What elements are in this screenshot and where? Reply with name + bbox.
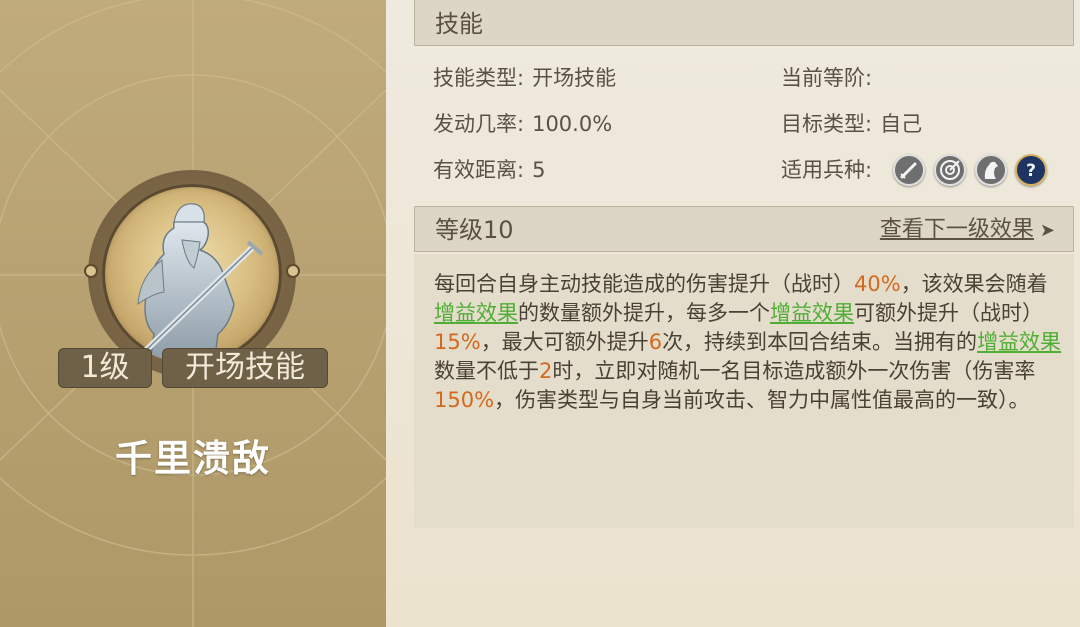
description-text: ，该效果会随着 xyxy=(900,272,1048,296)
skill-name: 千里溃敌 xyxy=(115,437,271,480)
info-skill-type: 技能类型: 开场技能 xyxy=(433,63,616,93)
description-text: 数量不低于 xyxy=(434,359,539,383)
info-label: 当前等阶: xyxy=(781,66,873,90)
info-label: 有效距离: xyxy=(433,158,525,182)
next-level-link-label: 查看下一级效果 xyxy=(879,217,1034,242)
general-portrait xyxy=(102,184,282,364)
skill-level-tag: 1级 xyxy=(58,348,152,388)
unknown-question-icon[interactable]: ? xyxy=(1015,154,1047,186)
info-label: 适用兵种: xyxy=(781,158,873,182)
skill-description-box: 每回合自身主动技能造成的伤害提升（战时）40%，该效果会随着增益效果的数量额外提… xyxy=(414,254,1074,528)
info-value: 100.0% xyxy=(532,112,613,136)
arrow-right-icon: ➤ xyxy=(1039,220,1055,241)
info-value: 5 xyxy=(532,158,546,182)
info-range: 有效距离: 5 xyxy=(433,155,545,185)
info-target-type: 目标类型: 自己 xyxy=(781,109,922,139)
general-figure-icon xyxy=(137,203,264,364)
info-label: 技能类型: xyxy=(433,66,525,90)
frame-ornament xyxy=(286,264,300,278)
highlight-value: 40% xyxy=(854,272,901,296)
skill-section-title: 技能 xyxy=(435,10,483,38)
info-current-tier: 当前等阶: xyxy=(781,63,880,93)
description-text: ，最大可额外提升 xyxy=(480,330,649,354)
view-next-level-link[interactable]: 查看下一级效果 ➤ xyxy=(880,207,1055,254)
description-text: 的数量额外提升，每多一个 xyxy=(518,301,770,325)
infantry-sword-icon[interactable] xyxy=(893,154,925,186)
highlight-value: 2 xyxy=(539,359,553,383)
info-value: 开场技能 xyxy=(532,66,617,90)
buff-effect-link[interactable]: 增益效果 xyxy=(977,330,1061,354)
skill-portrait-frame xyxy=(84,170,300,378)
highlight-value: 150% xyxy=(434,388,495,412)
skill-card: 1级 开场技能 千里溃敌 xyxy=(0,0,386,627)
frame-ornament xyxy=(84,264,98,278)
info-troop-types: 适用兵种: xyxy=(781,155,880,185)
skill-section-header: 技能 xyxy=(414,0,1074,46)
description-text: ，伤害类型与自身当前攻击、智力中属性值最高的一致）。 xyxy=(494,388,1030,412)
buff-effect-link[interactable]: 增益效果 xyxy=(770,301,854,325)
description-text: 可额外提升（战时） xyxy=(854,301,1043,325)
archer-target-icon[interactable] xyxy=(934,154,966,186)
cavalry-horse-icon[interactable] xyxy=(975,154,1007,186)
info-value: 自己 xyxy=(880,112,923,136)
highlight-value: 15% xyxy=(434,330,481,354)
skill-description: 每回合自身主动技能造成的伤害提升（战时）40%，该效果会随着增益效果的数量额外提… xyxy=(434,270,1064,415)
level-section-header: 等级10 查看下一级效果 ➤ xyxy=(414,206,1074,252)
svg-text:?: ? xyxy=(1026,161,1036,181)
info-trigger-rate: 发动几率: 100.0% xyxy=(433,109,612,139)
description-text: 时，立即对随机一名目标造成额外一次伤害（伤害率 xyxy=(552,359,1036,383)
highlight-value: 6 xyxy=(648,330,663,354)
level-title: 等级10 xyxy=(435,216,514,244)
skill-type-tag: 开场技能 xyxy=(162,348,328,388)
description-text: 次，持续到本回合结束。当拥有的 xyxy=(662,330,978,354)
info-label: 发动几率: xyxy=(433,112,525,136)
buff-effect-link[interactable]: 增益效果 xyxy=(434,301,518,325)
description-text: 每回合自身主动技能造成的伤害提升（战时） xyxy=(434,272,854,296)
info-label: 目标类型: xyxy=(781,112,873,136)
